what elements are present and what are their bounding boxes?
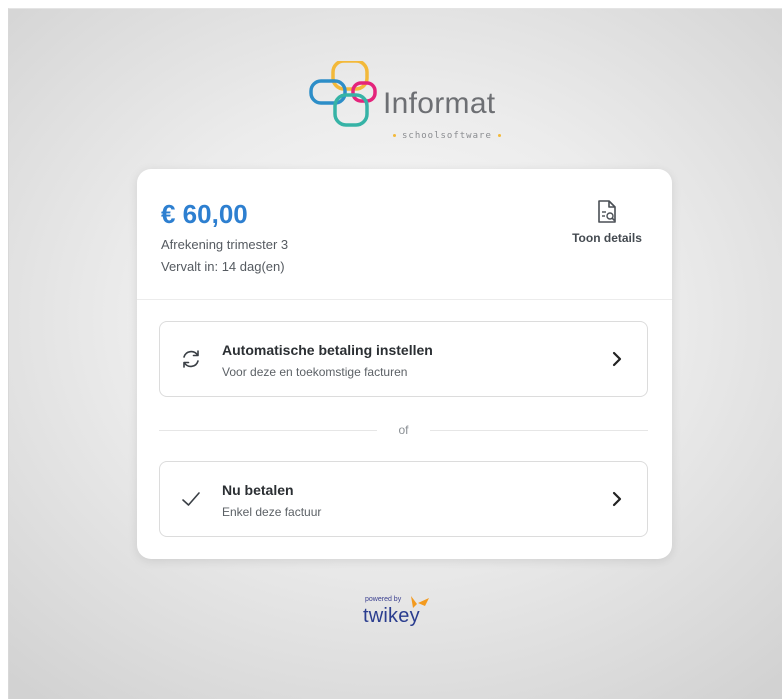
powered-by-twikey-link[interactable]: powered by twikey [359,592,449,636]
informat-rings-icon [309,61,377,127]
brand-tagline: schoolsoftware [387,131,507,141]
document-search-icon [598,200,616,223]
tagline-dot-left [393,134,396,137]
twikey-wordmark: twikey [363,605,420,627]
informat-logo: Informat schoolsoftware [309,61,519,151]
chevron-right-icon [612,351,622,367]
payment-card: € 60,00 Afrekening trimester 3 Vervalt i… [137,169,672,559]
pay-now-title: Nu betalen [222,482,294,498]
invoice-description: Afrekening trimester 3 [161,237,289,252]
invoice-summary: € 60,00 Afrekening trimester 3 Vervalt i… [137,169,672,300]
powered-by-label: powered by [365,596,402,603]
automatic-payment-subtitle: Voor deze en toekomstige facturen [222,365,408,379]
or-separator: of [159,421,648,441]
automatic-payment-title: Automatische betaling instellen [222,342,433,358]
separator-line-right [430,430,648,431]
tagline-dot-right [497,134,501,137]
pay-now-subtitle: Enkel deze factuur [222,505,322,519]
show-details-label: Toon details [572,231,642,245]
check-icon [182,492,200,506]
brand-name: Informat [383,87,496,120]
tagline-text: schoolsoftware [402,131,492,141]
invoice-due: Vervalt in: 14 dag(en) [161,259,285,274]
page-background: Informat schoolsoftware € 60,00 Afrekeni… [8,8,782,699]
invoice-amount: € 60,00 [161,199,248,229]
sync-icon [183,350,199,368]
pay-now-option[interactable]: Nu betalen Enkel deze factuur [159,461,648,537]
show-details-button[interactable]: Toon details [562,199,652,245]
automatic-payment-option[interactable]: Automatische betaling instellen Voor dez… [159,321,648,397]
chevron-right-icon [612,491,622,507]
